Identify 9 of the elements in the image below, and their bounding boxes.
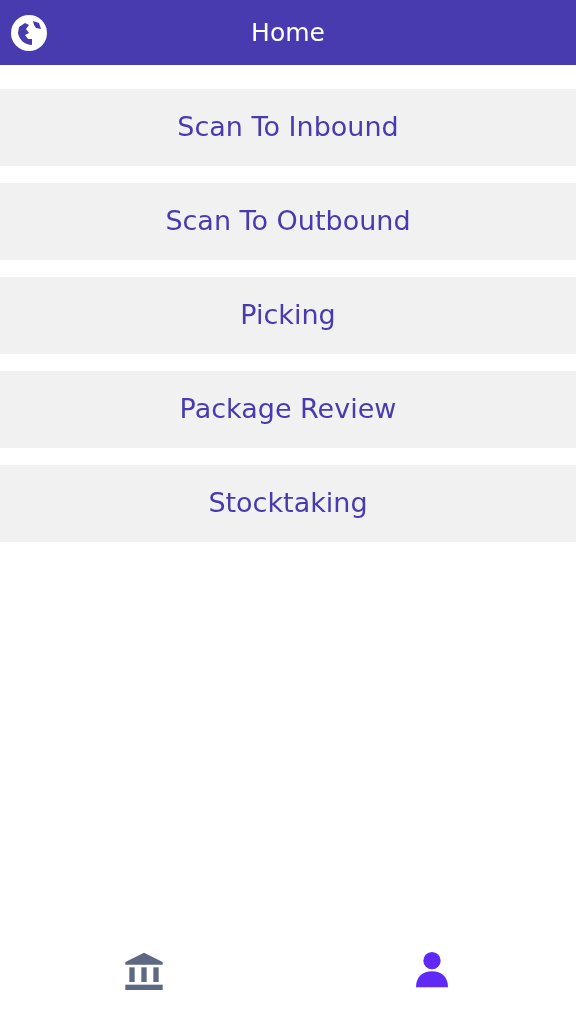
menu-button[interactable]: Picking bbox=[0, 277, 576, 354]
menu-button[interactable]: Scan To Outbound bbox=[0, 183, 576, 260]
globe-icon[interactable] bbox=[9, 13, 49, 53]
bank-icon bbox=[125, 950, 163, 990]
menu-button[interactable]: Scan To Inbound bbox=[0, 89, 576, 166]
person-icon bbox=[413, 950, 451, 990]
menu-button[interactable]: Package Review bbox=[0, 371, 576, 448]
header-title: Home bbox=[251, 16, 325, 49]
menu-button[interactable]: Stocktaking bbox=[0, 465, 576, 542]
